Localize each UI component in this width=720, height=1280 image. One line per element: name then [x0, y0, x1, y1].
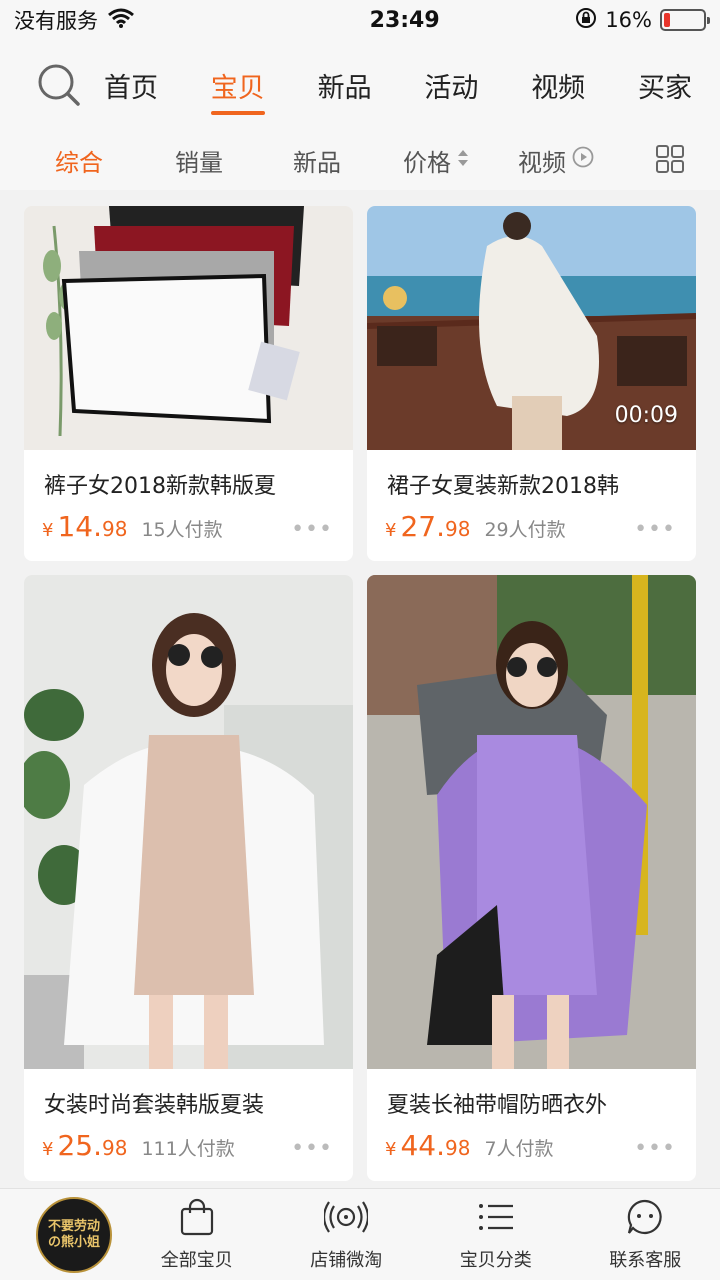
- more-icon[interactable]: •••: [634, 517, 676, 542]
- sort-price[interactable]: 价格: [403, 143, 469, 178]
- shop-logo-line1: 不要劳动: [47, 1218, 100, 1234]
- all-products-label: 全部宝贝: [160, 1249, 233, 1271]
- sort-overall[interactable]: 综合: [55, 143, 103, 178]
- paid-count: 7人付款: [484, 1138, 554, 1160]
- carrier-text: 没有服务: [14, 9, 98, 33]
- price-integer: 25.: [57, 1129, 102, 1162]
- price-integer: 27.: [400, 510, 445, 543]
- paid-count: 29人付款: [484, 519, 566, 541]
- price-row: ¥ 27. 98 29人付款 •••: [367, 500, 696, 543]
- sort-price-label: 价格: [403, 148, 451, 177]
- more-icon[interactable]: •••: [634, 1136, 676, 1161]
- shop-feed-label: 店铺微淘: [310, 1249, 383, 1271]
- price-integer: 14.: [57, 510, 102, 543]
- search-icon[interactable]: [14, 40, 104, 130]
- categories-button[interactable]: 宝贝分类: [436, 1198, 556, 1272]
- wifi-icon: [108, 8, 134, 33]
- product-card[interactable]: 裤子女2018新款韩版夏 ¥ 14. 98 15人付款 •••: [24, 206, 353, 561]
- top-nav: 首页 宝贝 新品 活动 视频 买家: [0, 40, 720, 130]
- sort-bar: 综合 销量 新品 价格 视频: [0, 130, 720, 190]
- tab-products[interactable]: 宝贝: [210, 60, 265, 115]
- sort-sales[interactable]: 销量: [175, 143, 223, 178]
- nav-tabs: 首页 宝贝 新品 活动 视频 买家: [104, 60, 720, 115]
- shop-logo-line2: の熊小姐: [47, 1234, 100, 1250]
- grid-view-icon[interactable]: [655, 144, 685, 178]
- paid-count: 15人付款: [141, 519, 223, 541]
- product-title: 夏装长袖带帽防晒衣外: [387, 1093, 608, 1118]
- product-image: [24, 575, 353, 1069]
- product-title: 女装时尚套装韩版夏装: [44, 1093, 265, 1118]
- status-left: 没有服务: [14, 5, 274, 35]
- status-right: 16%: [575, 7, 710, 34]
- tab-events[interactable]: 活动: [424, 60, 478, 111]
- product-title: 裙子女夏装新款2018韩: [387, 474, 619, 499]
- customer-service-label: 联系客服: [609, 1249, 682, 1271]
- product-title: 裤子女2018新款韩版夏: [44, 474, 276, 499]
- price-decimal: 98: [101, 517, 128, 541]
- shop-feed-button[interactable]: 店铺微淘: [286, 1198, 406, 1272]
- status-time: 23:49: [369, 7, 440, 33]
- product-card[interactable]: 00:09 裙子女夏装新款2018韩 ¥ 27. 98 29人付款 •••: [367, 206, 696, 561]
- rotation-lock-icon: [575, 7, 597, 34]
- price-row: ¥ 25. 98 111人付款 •••: [24, 1119, 353, 1162]
- list-icon: [477, 1198, 515, 1240]
- price-decimal: 98: [444, 517, 471, 541]
- price-decimal: 98: [444, 1136, 471, 1160]
- battery-percent: 16%: [605, 8, 652, 32]
- currency-symbol: ¥: [42, 520, 54, 541]
- price-decimal: 98: [101, 1136, 128, 1160]
- sort-arrows-icon: [457, 146, 469, 174]
- bottom-bar: 不要劳动 の熊小姐 全部宝贝 店铺微淘 宝贝分类 联系客服: [0, 1188, 720, 1280]
- currency-symbol: ¥: [385, 520, 397, 541]
- tab-new[interactable]: 新品: [318, 60, 372, 111]
- currency-symbol: ¥: [42, 1139, 54, 1160]
- tab-buyers[interactable]: 买家: [638, 60, 692, 111]
- more-icon[interactable]: •••: [291, 517, 333, 542]
- shopping-bag-icon: [179, 1198, 215, 1240]
- price-row: ¥ 14. 98 15人付款 •••: [24, 500, 353, 543]
- price-integer: 44.: [400, 1129, 445, 1162]
- product-image: 00:09: [367, 206, 696, 450]
- currency-symbol: ¥: [385, 1139, 397, 1160]
- chat-face-icon: [626, 1198, 664, 1240]
- broadcast-icon: [323, 1198, 370, 1240]
- product-image: [367, 575, 696, 1069]
- status-bar: 没有服务 23:49 16%: [0, 0, 720, 40]
- all-products-button[interactable]: 全部宝贝: [137, 1198, 257, 1272]
- product-card[interactable]: 女装时尚套装韩版夏装 ¥ 25. 98 111人付款 •••: [24, 575, 353, 1181]
- sort-new[interactable]: 新品: [293, 143, 341, 178]
- bottom-items: 全部宝贝 店铺微淘 宝贝分类 联系客服: [112, 1198, 720, 1272]
- sort-video-label: 视频: [518, 148, 566, 177]
- play-circle-icon: [572, 146, 594, 174]
- customer-service-button[interactable]: 联系客服: [585, 1198, 705, 1272]
- tab-home[interactable]: 首页: [104, 60, 158, 111]
- product-image: [24, 206, 353, 450]
- paid-count: 111人付款: [141, 1138, 235, 1160]
- battery-icon: [660, 9, 710, 31]
- sort-overall-label: 综合: [55, 148, 103, 177]
- price-row: ¥ 44. 98 7人付款 •••: [367, 1119, 696, 1162]
- categories-label: 宝贝分类: [459, 1249, 532, 1271]
- sort-sales-label: 销量: [175, 148, 223, 177]
- sort-new-label: 新品: [293, 148, 341, 177]
- product-card[interactable]: 夏装长袖带帽防晒衣外 ¥ 44. 98 7人付款 •••: [367, 575, 696, 1181]
- tab-videos[interactable]: 视频: [531, 60, 585, 111]
- sort-video[interactable]: 视频: [518, 143, 594, 178]
- shop-logo[interactable]: 不要劳动 の熊小姐: [36, 1196, 112, 1273]
- battery-fill: [664, 13, 670, 27]
- more-icon[interactable]: •••: [291, 1136, 333, 1161]
- video-duration: 00:09: [614, 403, 678, 428]
